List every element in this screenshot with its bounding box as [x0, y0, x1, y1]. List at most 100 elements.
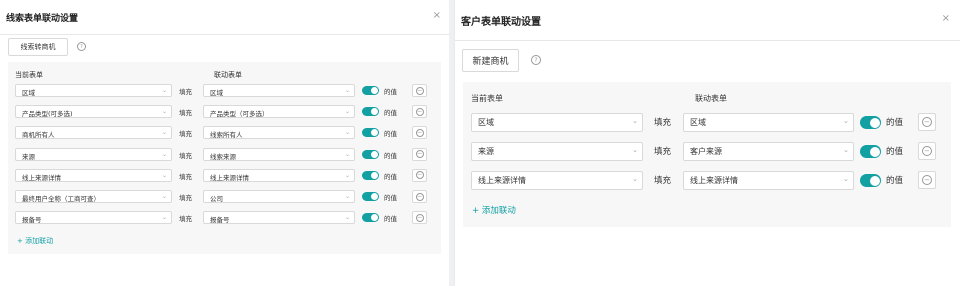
fill-label: 填充: [179, 151, 192, 160]
linked-field-select[interactable]: 区域 ⌄: [203, 84, 355, 97]
chevron-down-icon: ⌄: [161, 108, 167, 116]
toggle-knob: [371, 171, 378, 179]
linked-field-value: 线索来源: [210, 152, 236, 161]
add-link-button[interactable]: + 添加联动: [472, 204, 516, 216]
close-icon[interactable]: ×: [433, 10, 441, 21]
toggle-knob: [371, 193, 378, 200]
value-toggle[interactable]: [362, 128, 379, 138]
current-field-select[interactable]: 来源 ⌄: [15, 147, 172, 161]
lead-to-opportunity-button[interactable]: 线索转商机: [8, 38, 68, 56]
current-field-value: 线上来源详情: [478, 176, 526, 185]
value-toggle[interactable]: [362, 192, 379, 201]
chevron-down-icon: ⌄: [161, 150, 167, 158]
value-label: 的值: [886, 147, 904, 157]
linked-field-select[interactable]: 线索来源 ⌄: [203, 147, 355, 161]
add-link-button[interactable]: + 添加联动: [17, 236, 53, 246]
current-field-select[interactable]: 报备号 ⌄: [15, 211, 172, 225]
value-toggle[interactable]: [362, 86, 379, 95]
dialog-header: 线索表单联动设置 ×: [0, 0, 449, 35]
value-label: 的值: [384, 130, 397, 139]
current-field-select[interactable]: 来源 ⌄: [471, 142, 643, 161]
linked-field-select[interactable]: 线上来源详情 ⌄: [203, 168, 355, 182]
linked-field-select[interactable]: 产品类型（可多选） ⌄: [203, 105, 355, 119]
current-field-select[interactable]: 区域 ⌄: [471, 113, 643, 132]
current-field-value: 产品类型(可多选): [22, 110, 73, 119]
linked-field-value: 线上来源详情: [690, 176, 738, 185]
linked-field-value: 公司: [210, 195, 223, 203]
value-label: 的值: [384, 194, 397, 202]
remove-rule-button[interactable]: −: [918, 113, 936, 131]
value-toggle[interactable]: [860, 116, 881, 129]
dialog-title: 线索表单联动设置: [6, 14, 79, 24]
value-label: 的值: [384, 109, 397, 118]
toggle-knob: [371, 150, 378, 158]
new-opportunity-button[interactable]: 新建商机: [462, 49, 519, 72]
current-field-select[interactable]: 线上来源详情 ⌄: [15, 168, 172, 182]
value-toggle[interactable]: [362, 149, 379, 159]
fill-label: 填充: [179, 172, 192, 181]
value-label: 的值: [384, 172, 397, 181]
minus-circle-icon: −: [415, 86, 424, 95]
fill-label: 填充: [654, 176, 672, 186]
chevron-down-icon: ⌄: [344, 87, 350, 94]
remove-rule-button[interactable]: −: [412, 168, 427, 182]
chevron-down-icon: ⌄: [632, 146, 638, 154]
remove-rule-button[interactable]: −: [918, 142, 936, 160]
remove-rule-button[interactable]: −: [412, 84, 427, 97]
remove-rule-button[interactable]: −: [412, 190, 427, 203]
chevron-down-icon: ⌄: [344, 129, 350, 137]
fill-label: 填充: [179, 109, 192, 118]
linked-field-value: 产品类型（可多选）: [210, 110, 269, 119]
value-toggle[interactable]: [860, 145, 881, 158]
help-icon[interactable]: ?: [531, 55, 541, 65]
value-label: 的值: [886, 176, 904, 186]
minus-circle-icon: −: [415, 107, 424, 116]
chevron-down-icon: ⌄: [161, 214, 167, 222]
current-field-value: 商机所有人: [22, 131, 55, 140]
linked-field-select[interactable]: 区域 ⌄: [683, 113, 854, 132]
current-field-select[interactable]: 线上来源详情 ⌄: [471, 171, 643, 190]
current-field-select[interactable]: 产品类型(可多选) ⌄: [15, 105, 172, 119]
minus-circle-icon: −: [415, 213, 424, 222]
current-form-header: 当前表单: [15, 71, 43, 79]
linked-field-select[interactable]: 公司 ⌄: [203, 190, 355, 203]
chevron-down-icon: ⌄: [632, 175, 638, 183]
current-field-select[interactable]: 最终用户全称（工商可查） ⌄: [15, 190, 172, 203]
current-field-value: 来源: [478, 147, 494, 156]
value-label: 的值: [384, 151, 397, 160]
linked-form-header: 联动表单: [214, 71, 242, 79]
chevron-down-icon: ⌄: [843, 146, 849, 154]
remove-rule-button[interactable]: −: [918, 171, 936, 189]
value-label: 的值: [384, 215, 397, 224]
fill-label: 填充: [179, 130, 192, 139]
linked-field-value: 线上来源详情: [210, 173, 249, 182]
lead-form-link-dialog: 线索表单联动设置 × 线索转商机 ? 当前表单 联动表单 区域 ⌄ 填充 区域 …: [0, 0, 449, 286]
current-field-select[interactable]: 区域 ⌄: [15, 84, 172, 97]
help-icon[interactable]: ?: [77, 42, 86, 51]
value-toggle[interactable]: [860, 174, 881, 187]
remove-rule-button[interactable]: −: [412, 105, 427, 119]
linked-field-select[interactable]: 报备号 ⌄: [203, 211, 355, 225]
remove-rule-button[interactable]: −: [412, 126, 427, 140]
chevron-down-icon: ⌄: [161, 171, 167, 179]
value-toggle[interactable]: [362, 170, 379, 180]
linked-field-select[interactable]: 线上来源详情 ⌄: [683, 171, 854, 190]
current-field-select[interactable]: 商机所有人 ⌄: [15, 126, 172, 140]
linked-field-value: 客户来源: [690, 147, 722, 156]
linked-field-select[interactable]: 线索所有人 ⌄: [203, 126, 355, 140]
minus-circle-icon: −: [415, 128, 424, 137]
remove-rule-button[interactable]: −: [412, 211, 427, 225]
chevron-down-icon: ⌄: [344, 214, 350, 222]
minus-circle-icon: −: [415, 192, 424, 201]
current-field-value: 区域: [478, 118, 494, 127]
remove-rule-button[interactable]: −: [412, 147, 427, 161]
minus-circle-icon: −: [922, 146, 932, 156]
current-form-header: 当前表单: [471, 94, 503, 103]
linked-field-value: 报备号: [210, 216, 230, 225]
toggle-knob: [371, 214, 378, 222]
value-toggle[interactable]: [362, 107, 379, 117]
value-label: 的值: [384, 88, 397, 96]
linked-field-select[interactable]: 客户来源 ⌄: [683, 142, 854, 161]
value-toggle[interactable]: [362, 213, 379, 223]
close-icon[interactable]: ×: [942, 13, 950, 24]
